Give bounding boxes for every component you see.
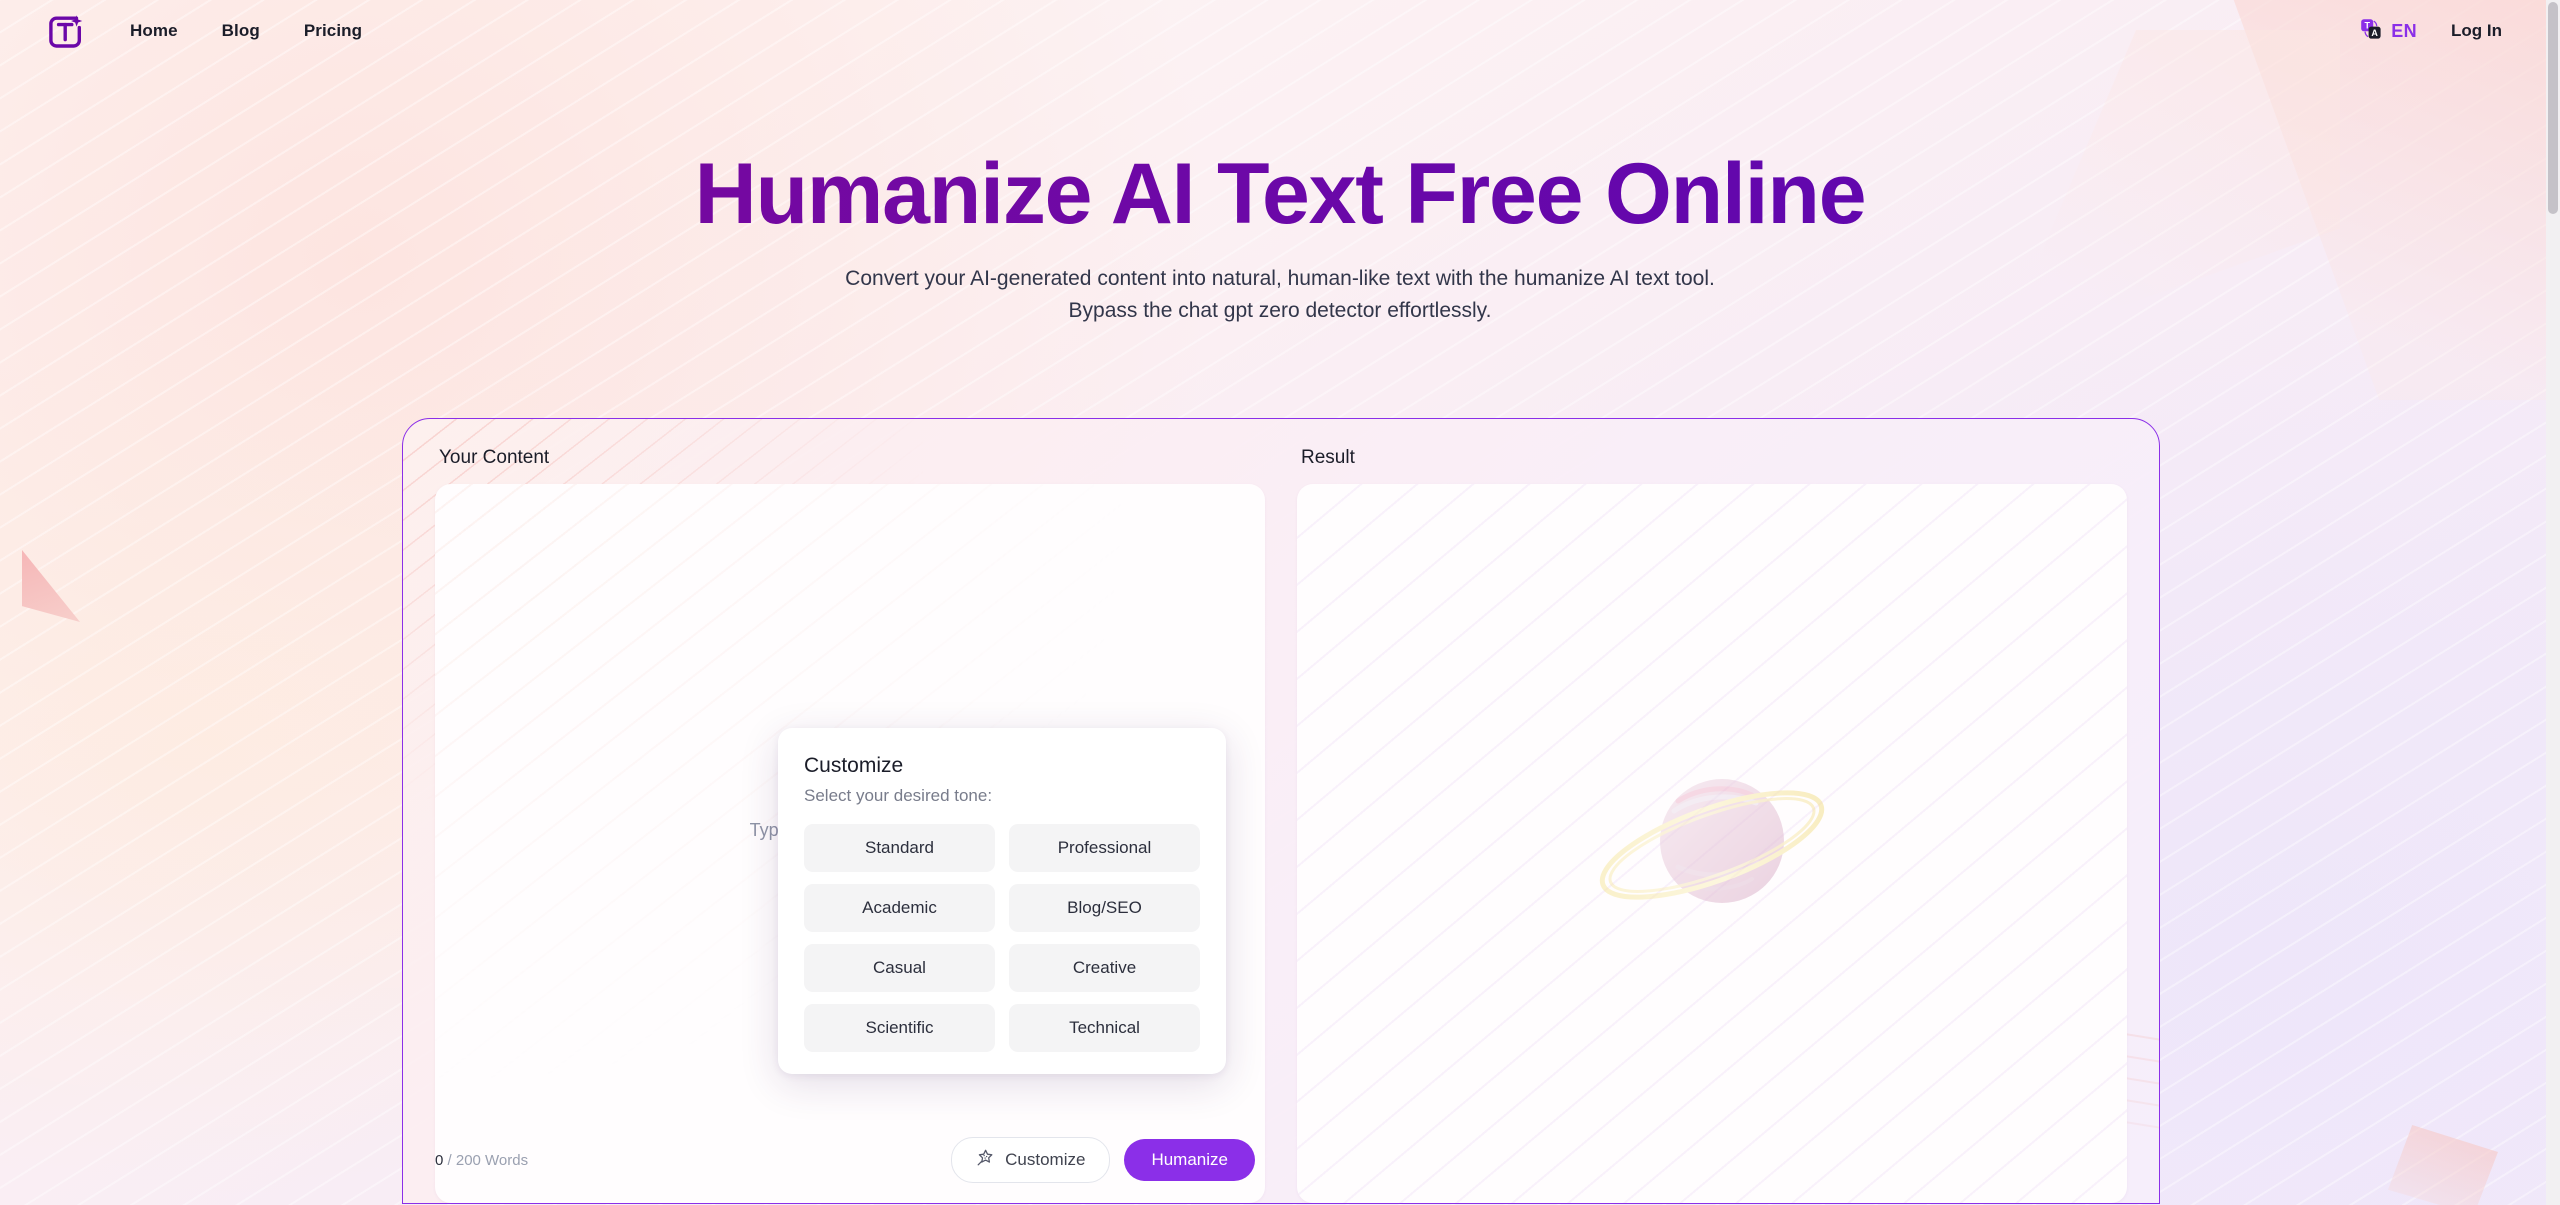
- planet-illustration: [1582, 749, 1842, 939]
- hero-subtitle-line-2: Bypass the chat gpt zero detector effort…: [1068, 299, 1492, 323]
- language-switcher[interactable]: T A EN: [2360, 18, 2417, 45]
- result-sheen: [1297, 484, 2127, 1203]
- tone-option-creative[interactable]: Creative: [1009, 944, 1200, 992]
- nav-item-home[interactable]: Home: [130, 21, 178, 41]
- result-output-area[interactable]: [1297, 484, 2127, 1203]
- customize-popover-subtitle: Select your desired tone:: [804, 786, 993, 805]
- input-pane-footer: 0 / 200 Words Customize Humanize: [435, 1117, 1273, 1203]
- logo-icon[interactable]: [44, 8, 90, 54]
- nav-item-blog[interactable]: Blog: [222, 21, 260, 41]
- tone-option-professional[interactable]: Professional: [1009, 824, 1200, 872]
- nav-item-pricing[interactable]: Pricing: [304, 21, 362, 41]
- tone-option-technical[interactable]: Technical: [1009, 1004, 1200, 1052]
- tone-option-standard[interactable]: Standard: [804, 824, 995, 872]
- input-pane-label: Your Content: [439, 447, 550, 468]
- tone-option-blog-seo[interactable]: Blog/SEO: [1009, 884, 1200, 932]
- word-count: 0 / 200 Words: [435, 1152, 528, 1169]
- language-code: EN: [2391, 20, 2418, 41]
- word-count-limit: / 200 Words: [447, 1151, 529, 1169]
- customize-popover-title: Customize: [804, 754, 904, 777]
- tone-option-casual[interactable]: Casual: [804, 944, 995, 992]
- tone-option-scientific[interactable]: Scientific: [804, 1004, 995, 1052]
- page-title: Humanize AI Text Free Online: [0, 149, 2560, 239]
- tone-option-academic[interactable]: Academic: [804, 884, 995, 932]
- customize-button-label: Customize: [1005, 1150, 1086, 1169]
- sparkle-wand-icon: [976, 1148, 995, 1172]
- footer-actions: Customize Humanize: [951, 1137, 1273, 1183]
- translate-icon: T A: [2360, 18, 2382, 45]
- humanizer-tool-card: Your Content Type or Paste Text: [402, 418, 2160, 1204]
- customize-popover: Customize Select your desired tone: Stan…: [778, 728, 1226, 1074]
- humanize-button[interactable]: Humanize: [1124, 1139, 1255, 1181]
- page-scrollbar-thumb[interactable]: [2548, 2, 2558, 214]
- hero-subtitle: Convert your AI-generated content into n…: [0, 263, 2560, 327]
- header-right-group: T A EN Log In: [2360, 18, 2524, 45]
- result-pane-label: Result: [1301, 447, 1355, 468]
- tool-panes: Your Content Type or Paste Text: [403, 419, 2159, 1203]
- login-link[interactable]: Log In: [2451, 21, 2502, 41]
- tone-options-grid: Standard Professional Academic Blog/SEO …: [804, 824, 1200, 1052]
- site-header: Home Blog Pricing T A EN Log In: [0, 0, 2560, 62]
- result-pane: Result: [1297, 447, 2127, 1203]
- word-count-current: 0: [435, 1151, 444, 1169]
- svg-text:A: A: [2372, 28, 2379, 38]
- primary-navigation: Home Blog Pricing: [130, 21, 362, 41]
- hero-subtitle-line-1: Convert your AI-generated content into n…: [845, 267, 1715, 291]
- customize-button[interactable]: Customize: [951, 1137, 1111, 1183]
- hero-section: Humanize AI Text Free Online Convert you…: [0, 149, 2560, 327]
